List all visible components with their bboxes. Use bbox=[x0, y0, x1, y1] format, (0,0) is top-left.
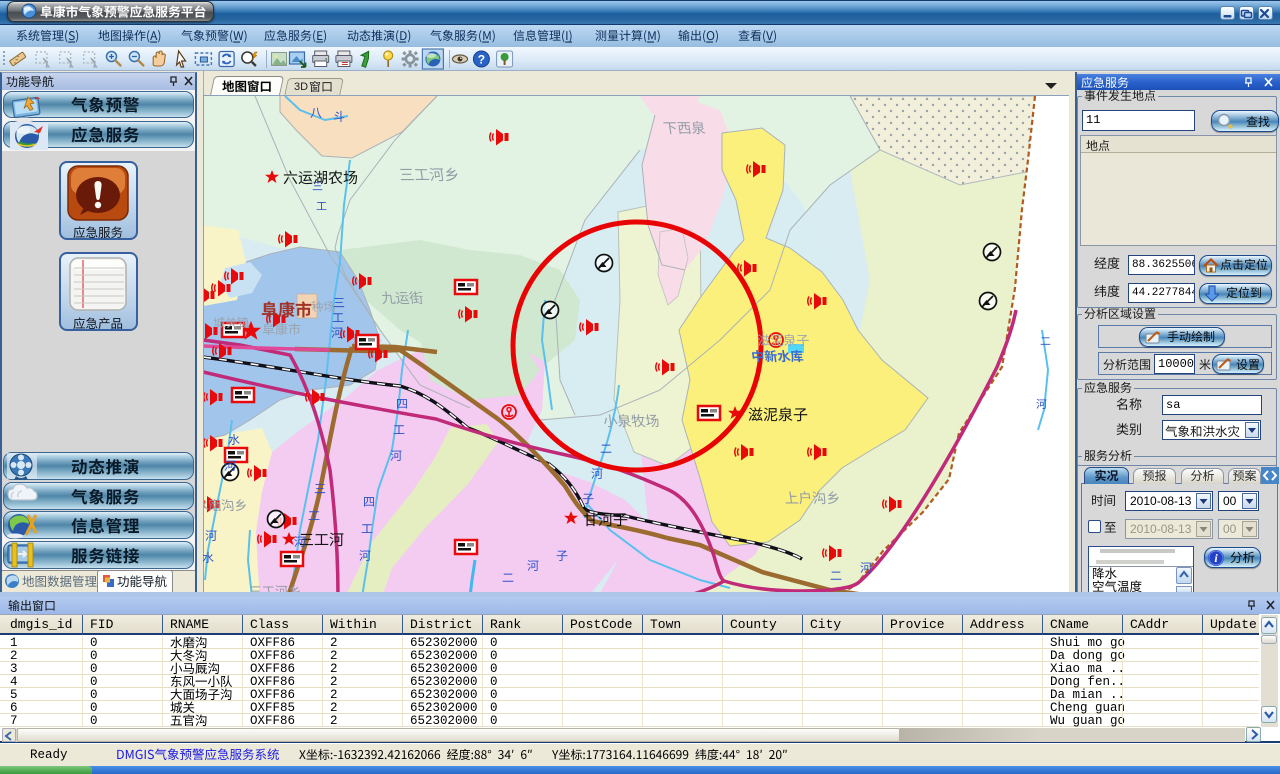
svg-text:?: ? bbox=[478, 53, 485, 67]
